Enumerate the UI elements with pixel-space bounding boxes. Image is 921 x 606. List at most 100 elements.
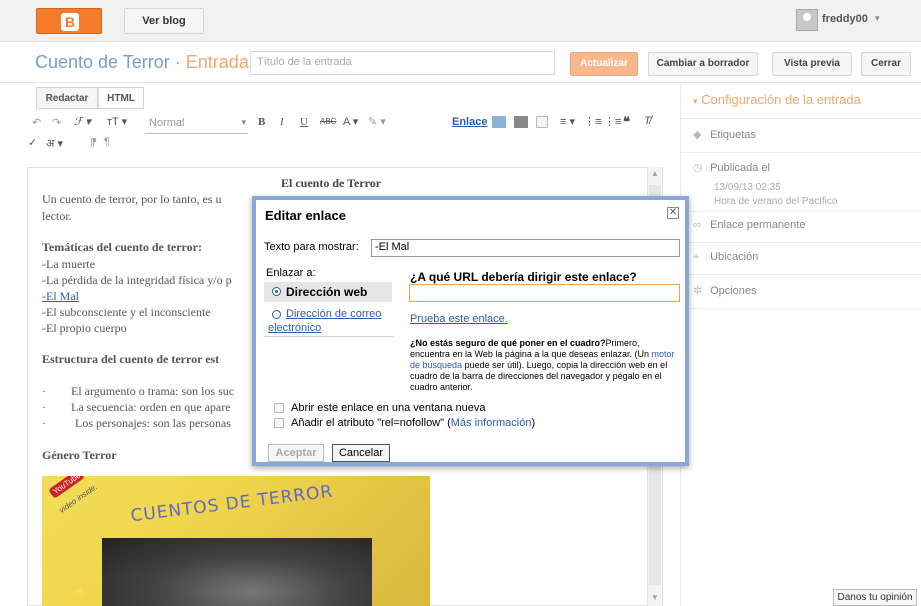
nofollow-checkbox[interactable] (274, 418, 284, 428)
scroll-down-icon[interactable]: ▼ (648, 591, 662, 605)
doc-list-item: La secuencia: orden en que apare (71, 400, 231, 414)
published-date: 13/09/13 02:35 (714, 182, 781, 193)
doc-list-item: -La muerte (42, 257, 95, 271)
doc-list-item: -El propio cuerpo (42, 321, 127, 335)
image-icon[interactable] (492, 116, 506, 128)
bold-icon[interactable]: B (258, 116, 265, 128)
video-icon[interactable] (514, 116, 528, 128)
sidebar-item-label: Enlace permanente (710, 219, 806, 231)
bullet-icon: · (42, 384, 46, 398)
editor-tabs: Redactar HTML (12, 84, 667, 110)
divider (681, 308, 921, 309)
link-icon: ∞ (693, 219, 701, 231)
blogger-logo-button[interactable]: B (36, 8, 102, 34)
rtl-icon[interactable]: ¶ (104, 136, 110, 148)
nofollow-label-text: Añadir el atributo "rel=nofollow" ( (291, 417, 451, 429)
preview-button[interactable]: Vista previa (772, 52, 852, 76)
help-text: ¿No estás seguro de qué poner en el cuad… (410, 338, 682, 393)
tab-compose[interactable]: Redactar (36, 87, 98, 109)
accept-button[interactable]: Aceptar (268, 444, 324, 462)
tab-html[interactable]: HTML (98, 87, 144, 109)
image-photo (102, 538, 372, 606)
link-tool-button[interactable]: Enlace (452, 116, 487, 128)
clock-icon: ◷ (693, 162, 703, 174)
scroll-up-icon[interactable]: ▲ (648, 167, 662, 181)
user-avatar[interactable] (796, 9, 818, 31)
more-info-link[interactable]: Más información (451, 417, 532, 429)
update-button[interactable]: Actualizar (570, 52, 638, 76)
underline-icon[interactable]: U (300, 116, 308, 128)
font-family-icon[interactable]: ℱ ▾ (74, 115, 91, 128)
ltr-icon[interactable]: ⁋ (90, 136, 97, 149)
input-tools-icon[interactable]: अ ▾ (46, 136, 63, 151)
jump-break-icon[interactable] (536, 116, 548, 128)
font-size-icon[interactable]: ᴛT ▾ (107, 115, 127, 128)
doc-list-item: Los personajes: son las personas (75, 416, 231, 430)
undo-icon[interactable]: ↶ (32, 116, 41, 129)
post-settings-title: Configuración de la entrada (701, 92, 861, 107)
url-input[interactable] (409, 284, 680, 302)
doc-selected-link[interactable]: -El Mal (42, 289, 79, 304)
post-title-row: Cuento de Terror · Entrada Título de la … (0, 43, 921, 83)
chevron-down-icon: ▾ (693, 96, 698, 106)
url-question: ¿A qué URL debería dirigir este enlace? (410, 270, 637, 284)
edit-link-dialog: Editar enlace ✕ Texto para mostrar: -El … (252, 196, 689, 466)
new-window-label: Abrir este enlace en una ventana nueva (291, 402, 486, 414)
clear-format-icon[interactable]: T̸ (644, 115, 651, 127)
feedback-button[interactable]: Danos tu opinión (833, 589, 917, 606)
view-blog-button[interactable]: Ver blog (124, 8, 204, 34)
close-button[interactable]: Cerrar (861, 52, 911, 76)
sidebar-item-label: Ubicación (710, 251, 759, 263)
radio-web-address[interactable] (272, 287, 281, 296)
divider (681, 152, 921, 153)
text-to-display-input[interactable]: -El Mal (371, 239, 680, 257)
format-select[interactable]: Normal ▾ (145, 114, 248, 134)
cancel-button[interactable]: Cancelar (332, 444, 390, 462)
quote-icon[interactable]: ❝ (623, 114, 630, 130)
top-bar: B Ver blog freddy00 ▾ (0, 0, 921, 42)
text-color-icon[interactable]: A ▾ (343, 115, 358, 128)
sidebar-item-published[interactable]: ◷ Publicada el (693, 161, 770, 174)
sidebar-item-permalink[interactable]: ∞ Enlace permanente (693, 219, 805, 231)
section-name: Entrada (185, 52, 249, 72)
strikethrough-icon[interactable]: ABC (320, 117, 336, 126)
sidebar-item-options[interactable]: ✲ Opciones (693, 284, 757, 297)
post-settings-heading[interactable]: ▾ Configuración de la entrada (693, 92, 861, 107)
published-timezone: Hora de verano del Pacífico (714, 196, 838, 207)
doc-intro-line: lector. (42, 209, 72, 223)
revert-to-draft-button[interactable]: Cambiar a borrador (648, 52, 758, 76)
nofollow-label-close: ) (531, 417, 536, 429)
doc-list-item: El argumento o trama: son los suc (71, 384, 235, 398)
radio-email-address[interactable] (272, 310, 281, 319)
editor-toolbar: ↶ ↷ ℱ ▾ ᴛT ▾ Normal ▾ B I U ABC A ▾ ✎ ▾ … (12, 112, 672, 154)
divider (681, 211, 921, 212)
align-icon[interactable]: ≡ ▾ (560, 115, 575, 128)
doc-list-item: -El subconsciente y el inconsciente (42, 305, 211, 319)
doc-section-heading: Género Terror (42, 448, 117, 462)
sidebar-item-location[interactable]: ⌖ Ubicación (693, 251, 758, 264)
option-web-address[interactable]: Dirección web (264, 282, 392, 302)
redo-icon[interactable]: ↷ (52, 116, 61, 129)
highlight-color-icon[interactable]: ✎ ▾ (368, 115, 386, 128)
post-image[interactable]: CUENTOS DE TERROR YouTube video inside. (42, 476, 430, 606)
post-title-input[interactable]: Título de la entrada (250, 51, 555, 75)
bullet-list-icon[interactable]: ⋮≡ (604, 115, 621, 128)
post-settings-sidebar: ▾ Configuración de la entrada ◆ Etiqueta… (680, 84, 921, 606)
italic-icon[interactable]: I (280, 116, 284, 128)
divider (681, 118, 921, 119)
spellcheck-icon[interactable]: ✓ (28, 136, 37, 149)
blog-name[interactable]: Cuento de Terror (35, 52, 170, 72)
option-email-address[interactable]: Dirección de correo electrónico (264, 306, 392, 334)
dialog-title: Editar enlace (265, 208, 346, 223)
test-link[interactable]: Prueba este enlace. (410, 313, 508, 325)
location-pin-icon: ⌖ (693, 251, 700, 263)
sidebar-item-labels[interactable]: ◆ Etiquetas (693, 128, 756, 141)
user-name[interactable]: freddy00 (822, 13, 868, 25)
numbered-list-icon[interactable]: ⋮≡ (584, 115, 601, 128)
help-text-bold: ¿No estás seguro de qué poner en el cuad… (410, 338, 606, 348)
close-icon[interactable]: ✕ (667, 207, 679, 219)
chevron-down-icon[interactable]: ▾ (875, 13, 880, 24)
divider (681, 242, 921, 243)
blogger-icon: B (61, 13, 79, 31)
new-window-checkbox[interactable] (274, 403, 284, 413)
